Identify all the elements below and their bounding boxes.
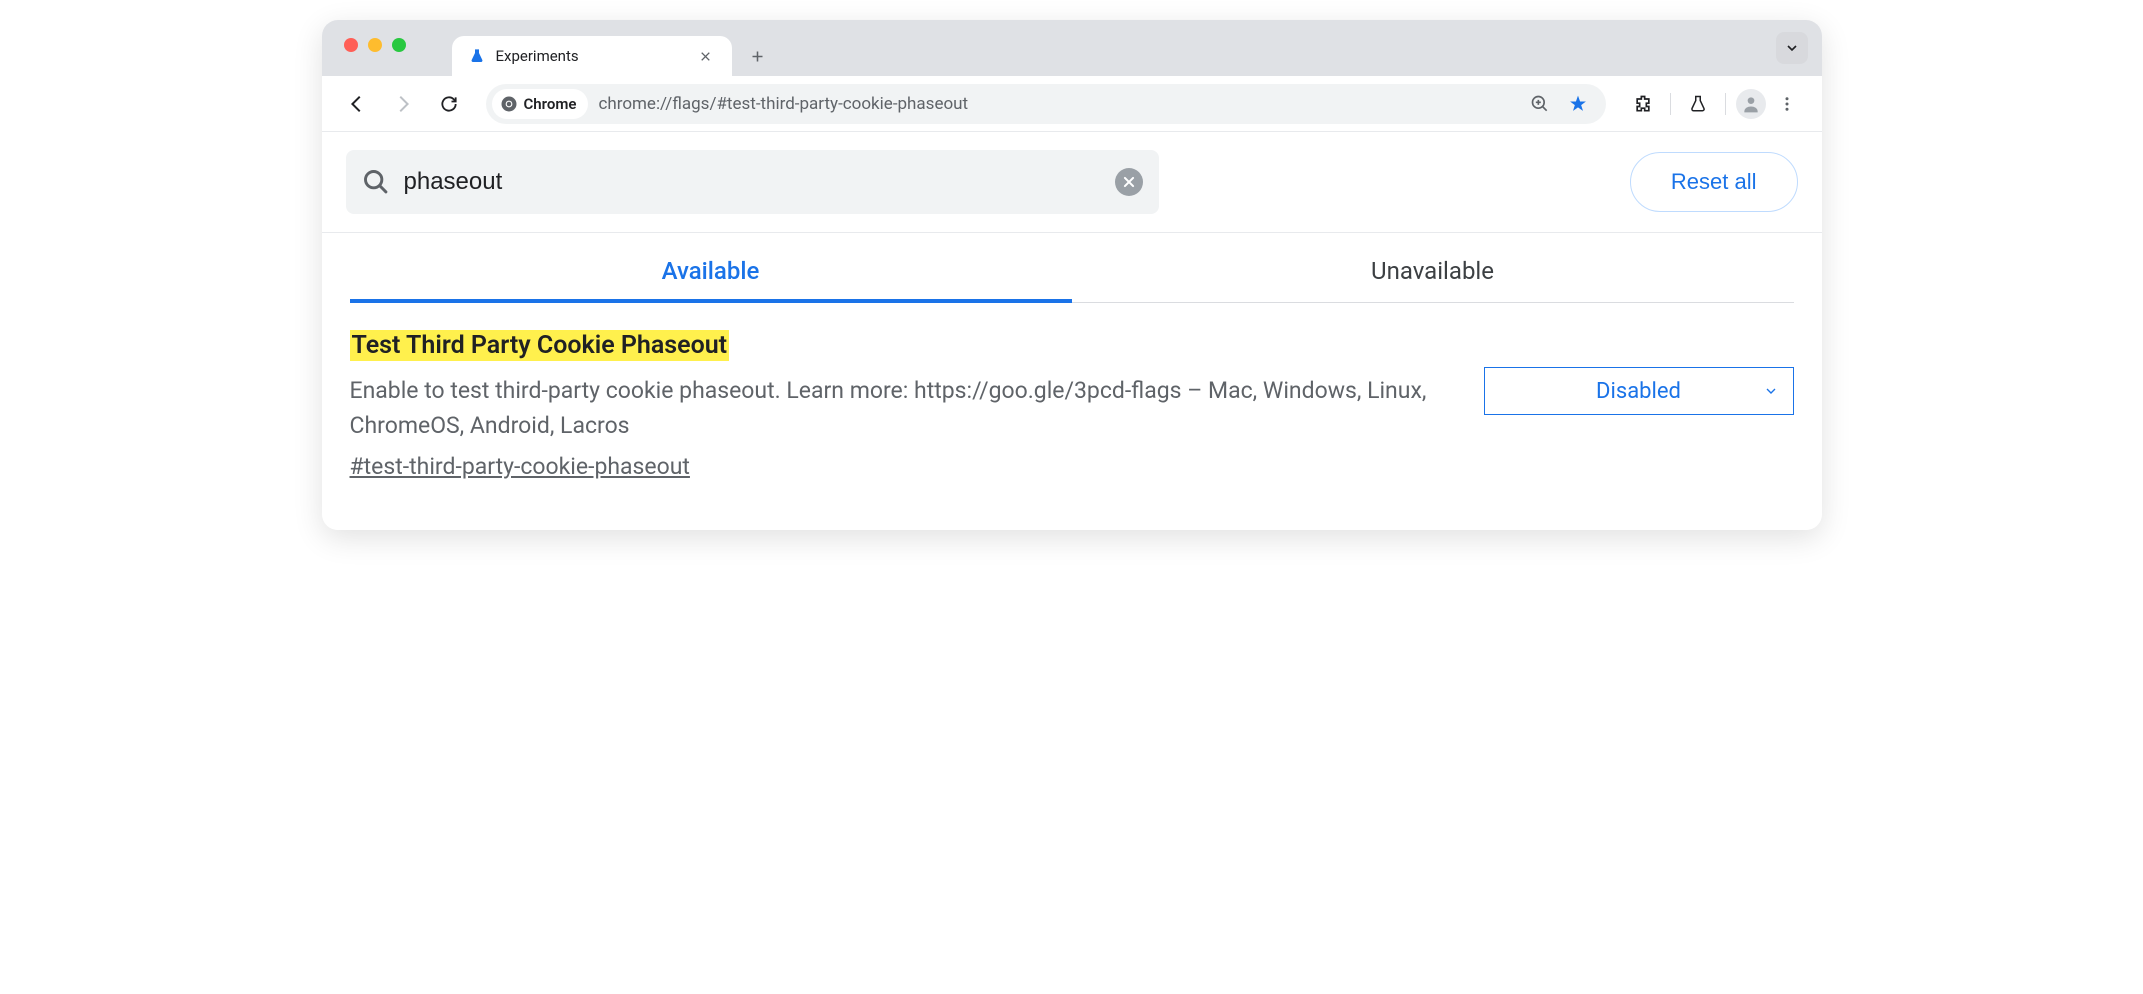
flag-title: Test Third Party Cookie Phaseout	[350, 330, 730, 361]
flag-description: Enable to test third-party cookie phaseo…	[350, 374, 1444, 443]
reload-button[interactable]	[432, 87, 466, 121]
tab-available[interactable]: Available	[350, 257, 1072, 303]
toolbar: Chrome chrome://flags/#test-third-party-…	[322, 76, 1822, 132]
fullscreen-window-button[interactable]	[392, 38, 406, 52]
flag-item: Test Third Party Cookie Phaseout Enable …	[322, 303, 1822, 530]
site-chip-label: Chrome	[524, 95, 577, 113]
search-row: Reset all	[322, 132, 1822, 233]
zoom-icon[interactable]	[1530, 94, 1550, 114]
search-input[interactable]	[404, 168, 1101, 196]
address-bar[interactable]: Chrome chrome://flags/#test-third-party-…	[486, 84, 1606, 124]
clear-search-button[interactable]	[1115, 168, 1143, 196]
flag-state-value: Disabled	[1596, 379, 1681, 404]
search-icon	[362, 168, 390, 196]
minimize-window-button[interactable]	[368, 38, 382, 52]
profile-button[interactable]	[1736, 89, 1766, 119]
flag-anchor-link[interactable]: #test-third-party-cookie-phaseout	[350, 453, 690, 480]
window-controls	[344, 38, 406, 52]
chrome-icon	[500, 95, 518, 113]
divider	[1725, 93, 1726, 115]
tab-title: Experiments	[496, 47, 686, 65]
bookmark-icon[interactable]	[1568, 94, 1588, 114]
close-tab-button[interactable]	[696, 46, 716, 66]
flag-info: Test Third Party Cookie Phaseout Enable …	[350, 331, 1444, 480]
reset-all-button[interactable]: Reset all	[1630, 152, 1798, 212]
tab-list-button[interactable]	[1776, 32, 1808, 64]
browser-window: Experiments	[322, 20, 1822, 530]
titlebar: Experiments	[322, 20, 1822, 76]
tab-unavailable[interactable]: Unavailable	[1072, 257, 1794, 303]
site-chip[interactable]: Chrome	[492, 89, 589, 119]
labs-button[interactable]	[1681, 87, 1715, 121]
new-tab-button[interactable]	[742, 40, 774, 72]
chevron-down-icon	[1763, 383, 1779, 399]
menu-button[interactable]	[1770, 87, 1804, 121]
search-box	[346, 150, 1159, 214]
toolbar-right	[1626, 87, 1804, 121]
flag-state-select[interactable]: Disabled	[1484, 367, 1794, 415]
page-content: Reset all Available Unavailable Test Thi…	[322, 132, 1822, 530]
close-window-button[interactable]	[344, 38, 358, 52]
divider	[1670, 93, 1671, 115]
forward-button[interactable]	[386, 87, 420, 121]
tabs: Available Unavailable	[322, 233, 1822, 303]
url-text: chrome://flags/#test-third-party-cookie-…	[598, 94, 1519, 114]
back-button[interactable]	[340, 87, 374, 121]
flask-icon	[468, 47, 486, 65]
browser-tab[interactable]: Experiments	[452, 36, 732, 76]
extensions-button[interactable]	[1626, 87, 1660, 121]
